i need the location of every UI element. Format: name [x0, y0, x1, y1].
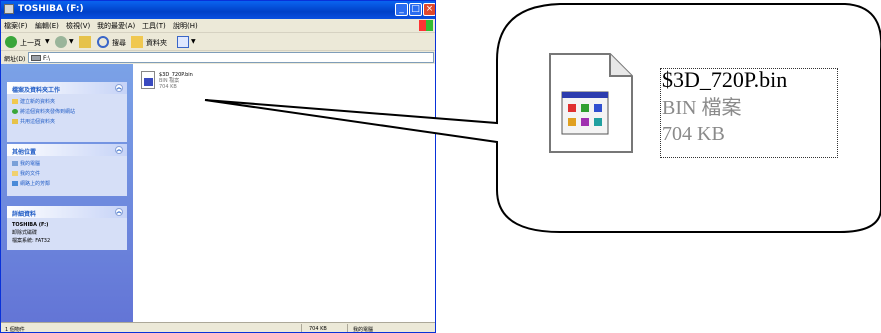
bin-file-icon-zoomed — [549, 53, 633, 153]
zoomed-file-type: BIN 檔案 — [662, 97, 742, 119]
zoomed-file-size: 704 KB — [662, 123, 725, 145]
screenshot-stage: TOSHIBA (F:) _ □ × 檔案(F) 編輯(E) 檢視(V) 我的最… — [0, 0, 881, 333]
zoomed-file-name: $3D_720P.bin — [662, 67, 788, 92]
zoom-callout — [204, 3, 881, 233]
